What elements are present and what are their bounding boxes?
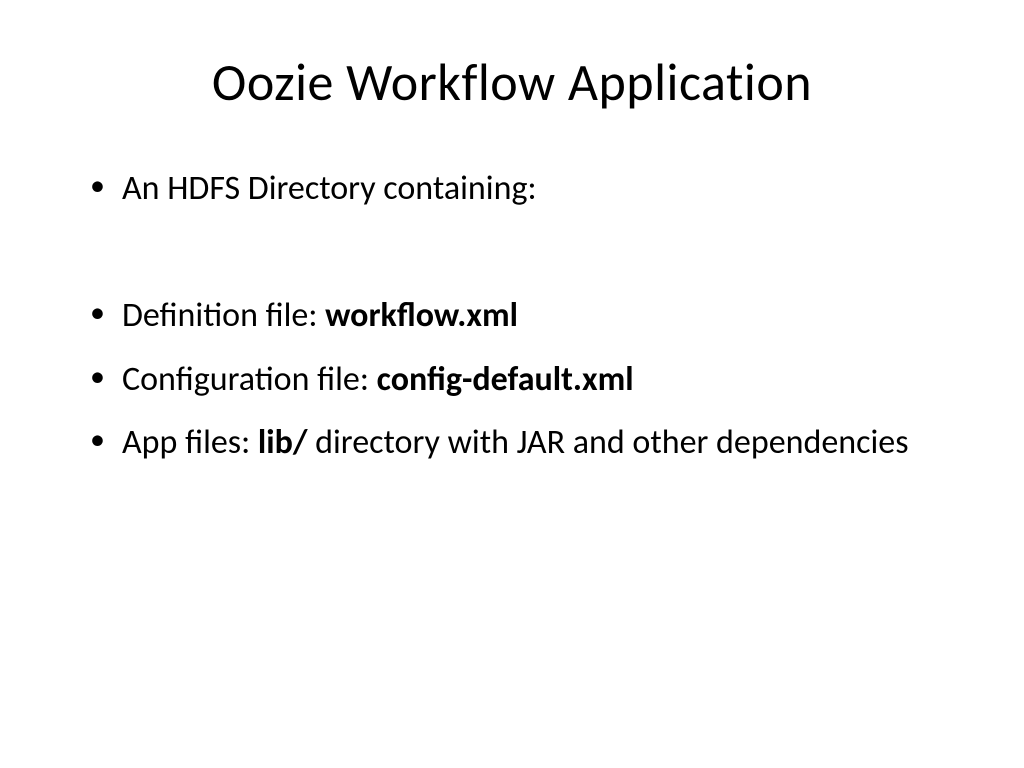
- bullet-text: workflow.xml: [325, 295, 518, 336]
- bullet-text: Definition file:: [122, 295, 325, 336]
- bullet-text: config-default.xml: [377, 359, 634, 400]
- bullet-item: An HDFS Directory containing:: [80, 164, 954, 213]
- bullet-item: [80, 227, 954, 277]
- bullet-text: App files:: [122, 422, 258, 463]
- bullet-text: Configuration file:: [122, 359, 377, 400]
- bullet-text: directory with JAR and other dependencie…: [307, 422, 908, 463]
- bullet-list: An HDFS Directory containing: Definition …: [80, 164, 954, 467]
- bullet-text: An HDFS Directory containing:: [122, 168, 537, 209]
- slide-title: Oozie Workflow Application: [70, 50, 954, 114]
- bullet-item: Definition file: workflow.xml: [80, 291, 954, 340]
- bullet-item: Configuration file: config-default.xml: [80, 355, 954, 404]
- bullet-item: App files: lib/ directory with JAR and o…: [80, 418, 954, 467]
- slide-content: An HDFS Directory containing: Definition …: [70, 164, 954, 467]
- bullet-text: lib/: [258, 422, 308, 463]
